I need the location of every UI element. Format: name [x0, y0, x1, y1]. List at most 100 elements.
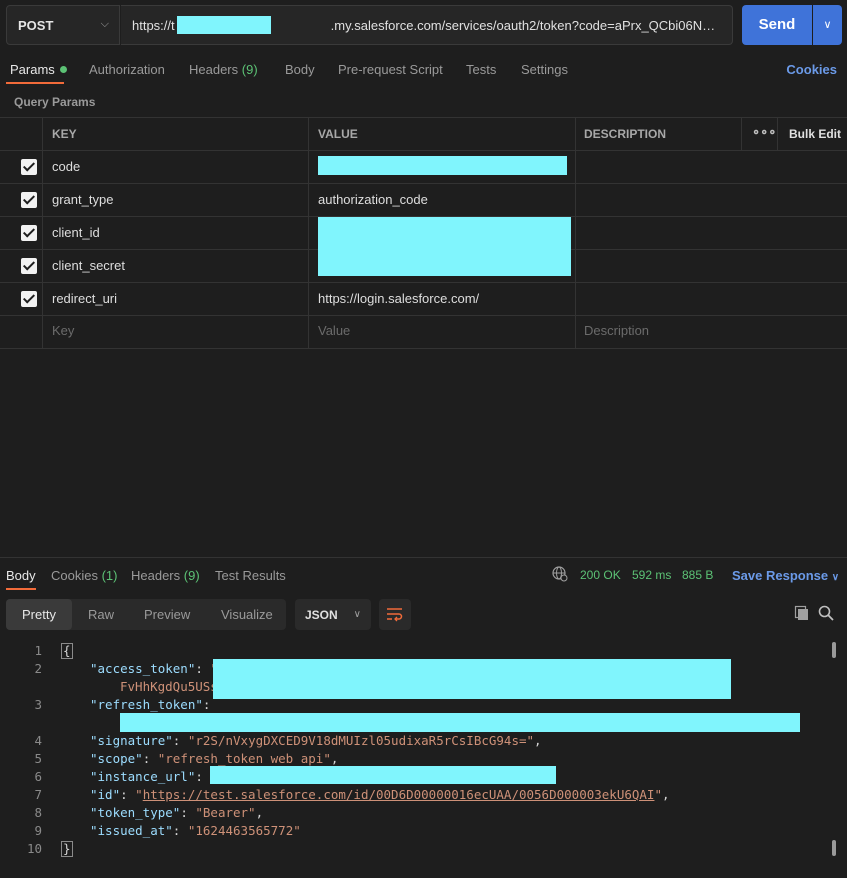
table-border [0, 117, 847, 118]
json-brace: { [61, 643, 73, 659]
tab-headers[interactable]: Headers (9) [189, 62, 258, 77]
redaction-block [318, 156, 567, 175]
param-checkbox[interactable] [21, 192, 37, 208]
line-number: 1 [34, 643, 42, 658]
column-header-value: VALUE [318, 127, 358, 141]
new-param-description-input[interactable]: Description [584, 323, 649, 338]
scrollbar-bottom[interactable] [832, 840, 836, 856]
param-key[interactable]: grant_type [52, 192, 113, 207]
redaction-block [120, 713, 800, 732]
response-time[interactable]: 592 ms [632, 568, 671, 582]
chevron-down-icon: ∨ [823, 19, 832, 31]
tab-count: (9) [183, 568, 200, 583]
json-key: "instance_url" [90, 769, 196, 784]
format-pretty[interactable]: Pretty [22, 607, 56, 622]
table-border [0, 315, 847, 316]
chevron-down-icon: ∨ [831, 572, 840, 583]
tab-label: Params [10, 62, 55, 77]
response-tab-cookies[interactable]: Cookies (1) [51, 568, 117, 583]
json-line: "issued_at": "1624463565772" [90, 823, 301, 838]
table-border [42, 117, 43, 348]
cookies-link[interactable]: Cookies [786, 62, 837, 77]
param-checkbox[interactable] [21, 225, 37, 241]
json-key: "id" [90, 787, 121, 802]
new-param-key-input[interactable]: Key [52, 323, 74, 338]
table-border [0, 150, 847, 151]
pane-divider[interactable] [0, 557, 847, 558]
wrap-lines-button[interactable] [379, 599, 411, 630]
json-line: "id": "https://test.salesforce.com/id/00… [90, 787, 670, 802]
bulk-edit-button[interactable]: Bulk Edit [789, 127, 841, 141]
tab-label: Cookies [51, 568, 98, 583]
param-key[interactable]: client_id [52, 225, 100, 240]
send-options-button[interactable]: ∨ [813, 5, 842, 45]
tab-label: Headers [131, 568, 181, 583]
param-key[interactable]: client_secret [52, 258, 125, 273]
new-param-value-input[interactable]: Value [318, 323, 350, 338]
copy-icon[interactable] [794, 605, 810, 624]
table-border [0, 348, 847, 349]
save-response-label: Save Response [732, 568, 829, 583]
line-number: 5 [34, 751, 42, 766]
response-tab-test-results[interactable]: Test Results [215, 568, 286, 583]
table-border [575, 117, 576, 348]
param-value[interactable]: authorization_code [318, 192, 428, 207]
tab-tests[interactable]: Tests [466, 62, 496, 77]
language-select[interactable]: JSON ∨ [295, 599, 371, 630]
line-number: 3 [34, 697, 42, 712]
json-link[interactable]: https://test.salesforce.com/id/00D6D0000… [143, 787, 655, 802]
json-line: "scope": "refresh_token web api", [90, 751, 339, 766]
param-checkbox[interactable] [21, 291, 37, 307]
json-value: "1624463565772" [187, 823, 301, 838]
line-number: 7 [34, 787, 42, 802]
response-size[interactable]: 885 B [682, 568, 713, 582]
line-number: 8 [34, 805, 42, 820]
tab-params[interactable]: Params [10, 62, 67, 77]
save-response-button[interactable]: Save Response ∨ [732, 568, 839, 583]
format-raw[interactable]: Raw [88, 607, 114, 622]
tab-label: Headers [189, 62, 239, 77]
status-code[interactable]: 200 OK [580, 568, 621, 582]
table-border [777, 117, 778, 150]
json-line: "access_token": " [90, 661, 218, 676]
json-key: "scope" [90, 751, 143, 766]
tab-settings[interactable]: Settings [521, 62, 568, 77]
response-tab-headers[interactable]: Headers (9) [131, 568, 200, 583]
json-line: "signature": "r2S/nVxygDXCED9V18dMUIzl05… [90, 733, 542, 748]
json-key: "access_token" [90, 661, 196, 676]
active-tab-indicator [6, 82, 64, 84]
redaction-block [210, 766, 556, 784]
tab-authorization[interactable]: Authorization [89, 62, 165, 77]
tab-prerequest-script[interactable]: Pre-request Script [338, 62, 443, 77]
param-checkbox[interactable] [21, 159, 37, 175]
table-border [0, 183, 847, 184]
json-line: "token_type": "Bearer", [90, 805, 264, 820]
tab-body[interactable]: Body [285, 62, 315, 77]
column-header-description: DESCRIPTION [584, 127, 667, 141]
chevron-down-icon: ∨ [353, 609, 361, 620]
param-key[interactable]: redirect_uri [52, 291, 117, 306]
param-key[interactable]: code [52, 159, 80, 174]
more-options-icon[interactable]: ∘∘∘ [752, 124, 776, 140]
format-toggle: Pretty Raw Preview Visualize [6, 599, 286, 630]
line-number: 4 [34, 733, 42, 748]
active-tab-indicator [6, 588, 36, 590]
send-button[interactable]: Send [742, 5, 812, 45]
format-visualize[interactable]: Visualize [221, 607, 273, 622]
chevron-down-icon: ⌵ [100, 18, 109, 30]
table-border [0, 282, 847, 283]
param-value[interactable]: https://login.salesforce.com/ [318, 291, 479, 306]
response-tab-body[interactable]: Body [6, 568, 36, 583]
scrollbar-top[interactable] [832, 642, 836, 658]
json-brace: } [61, 841, 73, 857]
line-number: 6 [34, 769, 42, 784]
active-dot-icon [59, 66, 67, 73]
param-checkbox[interactable] [21, 258, 37, 274]
json-value: "refresh_token web api" [157, 751, 331, 766]
format-preview[interactable]: Preview [144, 607, 190, 622]
method-label: POST [18, 18, 54, 33]
line-number: 9 [34, 823, 42, 838]
search-icon[interactable] [818, 605, 834, 624]
globe-icon[interactable] [552, 566, 568, 585]
method-select[interactable]: POST ⌵ [6, 5, 120, 45]
